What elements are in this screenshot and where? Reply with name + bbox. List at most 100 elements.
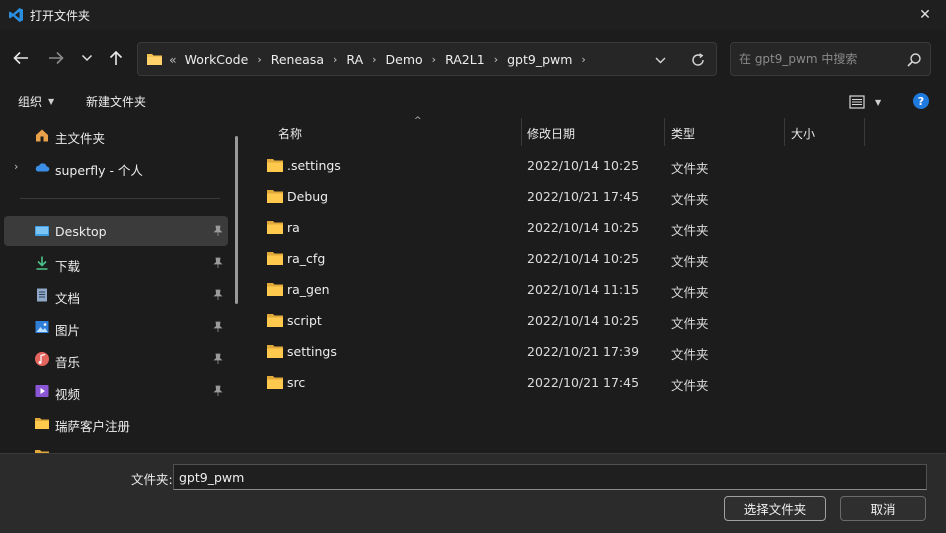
breadcrumb-demo[interactable]: Demo — [386, 52, 423, 67]
search-box — [730, 42, 931, 76]
file-name: settings — [287, 344, 337, 359]
file-modified: 2022/10/14 10:25 — [527, 158, 640, 173]
up-arrow-icon — [109, 50, 123, 65]
breadcrumb-workcode[interactable]: WorkCode — [185, 52, 249, 67]
sidebar-item-home[interactable]: 主文件夹 — [4, 120, 228, 150]
sidebar-item-videos[interactable]: 视频 — [4, 376, 228, 406]
sidebar-item-label: 主文件夹 — [55, 131, 106, 146]
close-button[interactable]: ✕ — [910, 2, 940, 28]
breadcrumb-gpt9-pwm[interactable]: gpt9_pwm — [507, 52, 572, 67]
command-toolbar: 组织 ▼ 新建文件夹 ▼ ? — [0, 88, 946, 116]
breadcrumb-separator[interactable]: › — [432, 53, 436, 66]
caret-down-icon: ▼ — [48, 97, 55, 106]
sidebar-item-desktop[interactable]: Desktop — [4, 216, 228, 246]
breadcrumb-separator[interactable]: › — [257, 53, 261, 66]
sidebar-item-onedrive[interactable]: › superfly - 个人 — [4, 152, 228, 182]
search-input[interactable] — [739, 50, 899, 68]
sort-ascending-icon: ^ — [414, 116, 422, 126]
folder-icon — [267, 190, 283, 203]
forward-button[interactable] — [43, 46, 69, 70]
search-icon[interactable] — [905, 51, 923, 69]
cancel-button[interactable]: 取消 — [840, 496, 926, 521]
file-modified: 2022/10/21 17:45 — [527, 189, 640, 204]
back-arrow-icon — [13, 51, 28, 65]
sidebar-item-label: 图片 — [55, 323, 81, 338]
column-header-modified[interactable]: 修改日期 — [519, 118, 663, 146]
pin-icon[interactable] — [212, 353, 224, 365]
folder-icon — [267, 376, 283, 389]
sidebar-item-downloads[interactable]: 下载 — [4, 248, 228, 278]
details-view-icon — [849, 95, 865, 109]
sidebar-item-partial[interactable] — [4, 440, 228, 453]
breadcrumb-ra2l1[interactable]: RA2L1 — [445, 52, 485, 67]
chevron-right-icon[interactable]: › — [14, 160, 18, 173]
up-button[interactable] — [103, 46, 129, 70]
file-row[interactable]: ra_cfg 2022/10/14 10:25 文件夹 — [260, 243, 860, 274]
address-history-dropdown[interactable] — [650, 51, 670, 69]
back-button[interactable] — [8, 46, 34, 70]
refresh-icon — [692, 53, 704, 66]
folder-icon — [267, 283, 283, 296]
refresh-button[interactable] — [686, 50, 710, 70]
file-row[interactable]: Debug 2022/10/21 17:45 文件夹 — [260, 181, 860, 212]
breadcrumb-reneasa[interactable]: Reneasa — [271, 52, 324, 67]
pin-icon[interactable] — [212, 385, 224, 397]
breadcrumb-ra[interactable]: RA — [346, 52, 363, 67]
file-row[interactable]: .settings 2022/10/14 10:25 文件夹 — [260, 150, 860, 181]
breadcrumb-separator[interactable]: › — [333, 53, 337, 66]
sidebar-item-pictures[interactable]: 图片 — [4, 312, 228, 342]
folder-icon — [267, 345, 283, 358]
column-divider[interactable] — [864, 118, 865, 146]
file-modified: 2022/10/14 10:25 — [527, 313, 640, 328]
file-modified: 2022/10/21 17:39 — [527, 344, 640, 359]
chevron-down-icon — [81, 54, 93, 62]
folder-name-input[interactable] — [173, 464, 927, 490]
pin-icon[interactable] — [212, 225, 224, 237]
file-row[interactable]: settings 2022/10/21 17:39 文件夹 — [260, 336, 860, 367]
view-options-button[interactable]: ▼ — [849, 93, 889, 111]
sidebar-item-music[interactable]: 音乐 — [4, 344, 228, 374]
file-row[interactable]: ra_gen 2022/10/14 11:15 文件夹 — [260, 274, 860, 305]
pin-icon[interactable] — [212, 257, 224, 269]
organize-menu-button[interactable]: 组织 ▼ — [18, 93, 54, 110]
navigation-pane: 主文件夹 › superfly - 个人 Desktop 下载 文档 图片 音乐… — [0, 118, 246, 453]
sidebar-item-renesas-registration[interactable]: 瑞萨客户注册 — [4, 408, 228, 438]
sidebar-item-label: superfly - 个人 — [55, 163, 143, 178]
file-row[interactable]: src 2022/10/21 17:45 文件夹 — [260, 367, 860, 398]
help-button[interactable]: ? — [913, 93, 929, 109]
column-header-size[interactable]: 大小 — [783, 118, 863, 146]
breadcrumb-separator[interactable]: › — [494, 53, 498, 66]
organize-label: 组织 — [18, 95, 43, 109]
sidebar-item-documents[interactable]: 文档 — [4, 280, 228, 310]
close-icon: ✕ — [919, 7, 931, 23]
file-row[interactable]: script 2022/10/14 10:25 文件夹 — [260, 305, 860, 336]
new-folder-button[interactable]: 新建文件夹 — [86, 93, 146, 110]
folder-name-label: 文件夹: — [131, 472, 173, 487]
file-row[interactable]: ra 2022/10/14 10:25 文件夹 — [260, 212, 860, 243]
sidebar-item-label: 视频 — [55, 387, 81, 402]
column-header-name[interactable]: ^ 名称 — [270, 116, 522, 146]
desktop-icon — [35, 226, 49, 236]
help-icon: ? — [917, 94, 925, 108]
sidebar-item-label: 音乐 — [55, 355, 81, 370]
breadcrumb-separator[interactable]: › — [581, 53, 585, 66]
file-type: 文件夹 — [671, 378, 709, 393]
file-type: 文件夹 — [671, 192, 709, 207]
file-type: 文件夹 — [671, 285, 709, 300]
pin-icon[interactable] — [212, 321, 224, 333]
column-header-type[interactable]: 类型 — [663, 118, 785, 146]
breadcrumb-separator[interactable]: › — [372, 53, 376, 66]
sidebar-item-label: 下载 — [55, 259, 81, 274]
address-bar[interactable]: « WorkCode › Reneasa › RA › Demo › RA2L1… — [137, 42, 717, 76]
file-name: Debug — [287, 189, 329, 204]
folder-icon — [267, 159, 283, 172]
sidebar-scrollbar[interactable] — [235, 136, 238, 304]
select-folder-button[interactable]: 选择文件夹 — [724, 496, 826, 521]
pin-icon[interactable] — [212, 289, 224, 301]
sidebar-item-label: Desktop — [55, 224, 107, 239]
sidebar-item-label: 瑞萨客户注册 — [55, 419, 131, 434]
breadcrumb-overflow[interactable]: « — [169, 52, 177, 67]
music-icon — [35, 352, 49, 366]
recent-locations-button[interactable] — [74, 46, 100, 70]
file-type: 文件夹 — [671, 223, 709, 238]
